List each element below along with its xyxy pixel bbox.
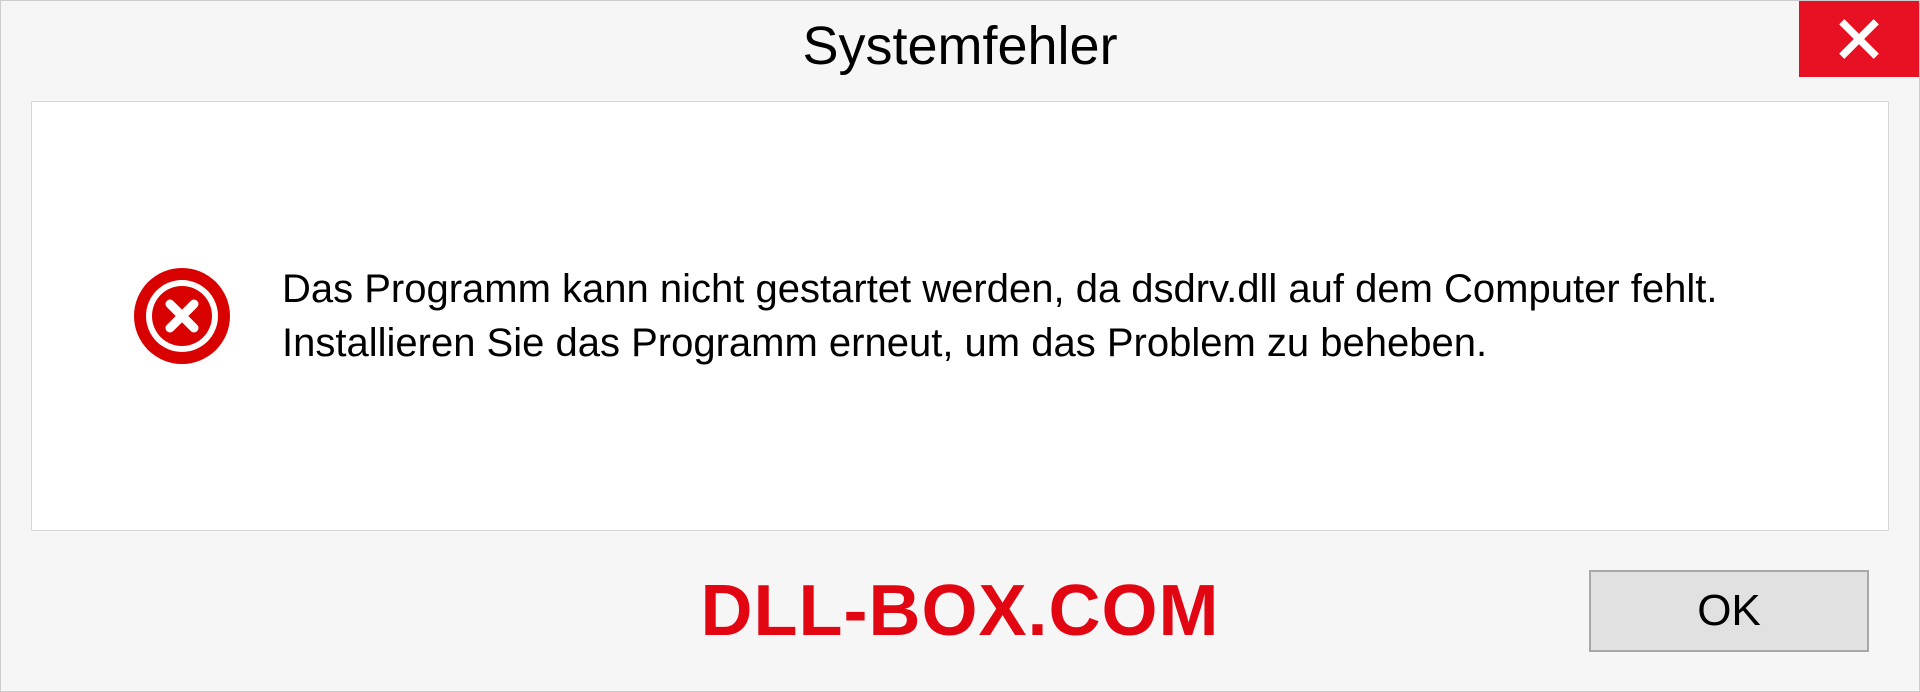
dialog-footer: DLL-BOX.COM OK (1, 551, 1919, 691)
close-button[interactable] (1799, 1, 1919, 77)
error-message: Das Programm kann nicht gestartet werden… (282, 262, 1818, 370)
close-icon (1837, 17, 1881, 61)
error-icon (132, 266, 232, 366)
titlebar: Systemfehler (1, 1, 1919, 91)
content-panel: Das Programm kann nicht gestartet werden… (31, 101, 1889, 531)
dialog-title: Systemfehler (802, 15, 1117, 77)
watermark-text: DLL-BOX.COM (701, 570, 1220, 652)
error-dialog: Systemfehler Das Programm kann nicht ges… (0, 0, 1920, 692)
ok-button[interactable]: OK (1589, 570, 1869, 652)
